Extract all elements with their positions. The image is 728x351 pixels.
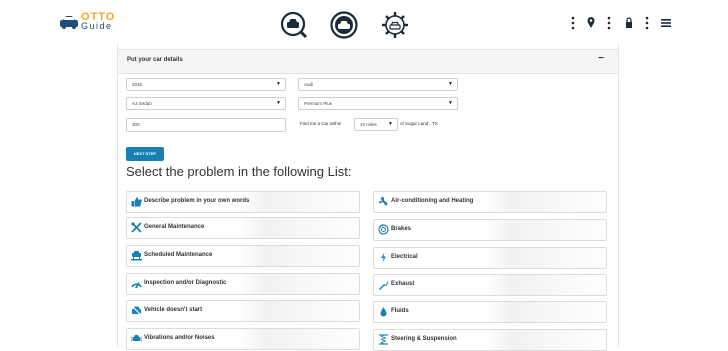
vibration-icon [131, 335, 142, 342]
mileage-input[interactable]: 300 [126, 118, 286, 132]
gear-car-icon[interactable] [381, 11, 409, 39]
model-select[interactable]: A3 Sedan ▼ [126, 97, 286, 110]
car-details-panel: Put your car details − 2015 ▼ Audi ▼ A3 … [117, 44, 619, 351]
problem-label: Fluids [391, 308, 409, 314]
chevron-down-icon: ▼ [448, 100, 453, 106]
radius-value: 10 miles [360, 122, 377, 127]
lock-icon[interactable] [625, 16, 633, 30]
problem-item-fluids[interactable]: Fluids [373, 301, 607, 323]
problem-list-heading: Select the problem in the following List… [126, 164, 352, 179]
make-value: Audi [304, 82, 314, 87]
make-select[interactable]: Audi ▼ [298, 78, 458, 91]
problem-label: Vibrations and/or Noises [144, 335, 215, 341]
problem-item-inspection[interactable]: Inspection and/or Diagnostic [126, 273, 360, 295]
chevron-down-icon: ▼ [276, 100, 281, 106]
problem-label: Inspection and/or Diagnostic [144, 280, 227, 286]
otto-guide-logo[interactable]: OTTO Guide [59, 12, 119, 33]
fan-icon [379, 196, 388, 206]
logo-car-icon [60, 16, 78, 29]
problem-label: Describe problem in your own words [144, 198, 250, 204]
find-prefix: Find me a Car within [300, 121, 342, 126]
exhaust-icon [379, 281, 389, 290]
logo-text-guide: Guide [81, 21, 113, 31]
problem-label: Air-conditioning and Heating [391, 198, 474, 204]
search-car-icon[interactable] [280, 11, 308, 39]
chevron-down-icon: ▼ [276, 81, 281, 87]
next-step-button[interactable]: NEXT STEP [126, 147, 164, 161]
problem-item-brakes[interactable]: Brakes [373, 219, 607, 241]
radius-select[interactable]: 10 miles ▼ [354, 118, 398, 131]
chevron-down-icon: ▼ [448, 81, 453, 87]
problem-label: Scheduled Maintenance [144, 252, 213, 258]
tools-icon [131, 222, 142, 233]
problem-label: Electrical [391, 254, 418, 260]
problem-item-electrical[interactable]: Electrical [373, 247, 607, 269]
problem-item-describe[interactable]: Describe problem in your own words [126, 191, 360, 213]
problem-label: Brakes [391, 226, 412, 232]
problem-item-general-maintenance[interactable]: General Maintenance [126, 217, 360, 239]
location-icon[interactable] [587, 16, 595, 30]
no-start-icon [131, 305, 142, 316]
problem-label: General Maintenance [144, 224, 205, 230]
problem-item-steering[interactable]: Steering & Suspension [373, 329, 607, 351]
mileage-value: 300 [132, 122, 140, 127]
problem-label: Vehicle doesn't start [144, 307, 203, 313]
kebab-icon[interactable] [607, 16, 611, 30]
drop-icon [380, 307, 387, 317]
brake-icon [378, 224, 389, 235]
find-location: of Sugar Land , TX [400, 121, 438, 126]
year-select[interactable]: 2015 ▼ [126, 78, 286, 91]
model-value: A3 Sedan [132, 101, 152, 106]
problem-item-scheduled-maintenance[interactable]: Scheduled Maintenance [126, 245, 360, 267]
collapse-button[interactable]: − [598, 53, 604, 64]
menu-icon[interactable] [661, 16, 671, 30]
problem-label: Steering & Suspension [391, 336, 457, 342]
trim-value: Premium Plus [304, 101, 333, 106]
thumbs-up-icon [131, 197, 142, 207]
bolt-icon [381, 252, 386, 263]
problem-label: Exhaust [391, 281, 415, 287]
problem-item-vibrations[interactable]: Vibrations and/or Noises [126, 328, 360, 350]
card-title: Put your car details [127, 57, 183, 63]
problem-item-air-conditioning[interactable]: Air-conditioning and Heating [373, 191, 607, 213]
card-header: Put your car details − [118, 49, 618, 74]
diagnostic-icon [131, 282, 142, 289]
car-circle-icon[interactable] [330, 11, 358, 39]
kebab-icon[interactable] [645, 16, 649, 30]
problem-item-exhaust[interactable]: Exhaust [373, 274, 607, 296]
kebab-icon[interactable] [571, 16, 575, 30]
trim-select[interactable]: Premium Plus ▼ [298, 97, 458, 110]
chevron-down-icon: ▼ [388, 121, 393, 127]
problem-item-no-start[interactable]: Vehicle doesn't start [126, 300, 360, 322]
top-bar: OTTO Guide [0, 0, 728, 40]
car-lift-icon [131, 251, 142, 261]
year-value: 2015 [132, 82, 143, 87]
suspension-icon [379, 334, 388, 345]
